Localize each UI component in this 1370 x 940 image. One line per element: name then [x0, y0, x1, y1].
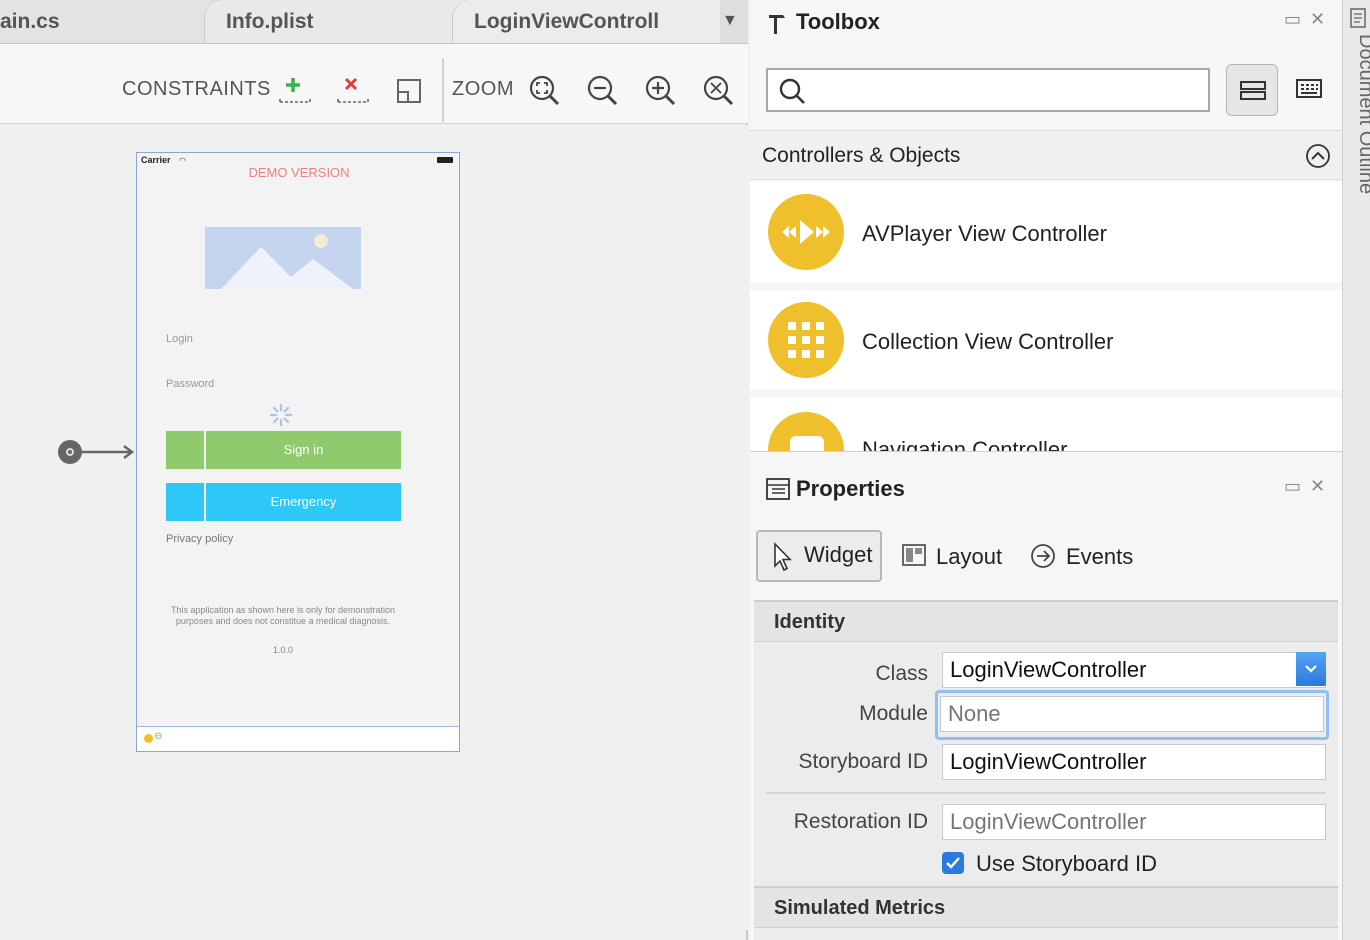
zoom-reset-icon[interactable] — [702, 74, 736, 108]
list-view-button[interactable] — [1226, 64, 1278, 116]
maximize-icon[interactable]: ▭ — [1284, 476, 1301, 497]
layout-icon[interactable] — [902, 544, 926, 566]
toolbox-title: Toolbox — [796, 9, 880, 34]
tab-widget-label: Widget — [804, 542, 873, 567]
toolbox-panel: Toolbox ▭ ✕ Controllers & Objects AVPlay… — [750, 0, 1342, 452]
activity-indicator-icon — [269, 403, 293, 427]
sign-in-button[interactable]: Sign in — [206, 431, 401, 469]
tab-info-plist-label[interactable]: Info.plist — [226, 0, 426, 43]
document-outline-icon — [1350, 8, 1366, 28]
class-label: Class — [875, 662, 928, 685]
login-field[interactable]: Login — [166, 333, 193, 345]
simulated-metrics-body — [754, 928, 1338, 940]
properties-title: Properties — [796, 476, 905, 501]
events-arrow-icon[interactable] — [1030, 543, 1056, 569]
document-outline-label[interactable]: Document Outline — [1354, 34, 1370, 194]
tab-main-cs-label[interactable]: ain.cs — [0, 0, 190, 43]
status-carrier: Carrier — [141, 155, 171, 165]
separator — [766, 792, 1326, 794]
properties-panel: Properties ▭ ✕ Widget Layout Events Iden… — [750, 452, 1342, 940]
navigation-icon — [768, 412, 844, 451]
view-controller-scene[interactable]: Carrier ◠ DEMO VERSION Login Password Si… — [136, 152, 460, 752]
toolbox-search-input[interactable] — [766, 68, 1210, 112]
simulated-metrics-header[interactable]: Simulated Metrics — [754, 886, 1338, 928]
maximize-icon[interactable]: ▭ — [1284, 9, 1301, 30]
storyboard-id-input[interactable]: LoginViewController — [942, 744, 1326, 780]
search-icon — [779, 78, 805, 104]
emergency-button[interactable]: Emergency — [206, 483, 401, 521]
wifi-icon: ◠ — [179, 156, 186, 165]
disclaimer-line-2: purposes and does not constitue a medica… — [175, 616, 391, 626]
designer-editor: ain.cs Info.plist LoginViewControll ▼ CO… — [0, 0, 748, 940]
privacy-policy-link[interactable]: Privacy policy — [166, 533, 233, 545]
scene-dock: ⊖ — [137, 726, 459, 751]
section-title: Controllers & Objects — [762, 144, 961, 167]
class-combobox[interactable]: LoginViewController — [942, 652, 1326, 688]
zoom-out-icon[interactable] — [586, 74, 620, 108]
tab-loginviewcontroller-label[interactable]: LoginViewControll — [474, 0, 678, 43]
password-field[interactable]: Password — [166, 378, 214, 390]
image-placeholder-icon — [205, 227, 361, 289]
toolbar-divider — [442, 58, 444, 122]
entry-point-icon[interactable] — [58, 440, 82, 464]
module-input[interactable] — [940, 696, 1324, 732]
class-value: LoginViewController — [950, 657, 1147, 682]
restoration-id-input[interactable] — [942, 804, 1326, 840]
section-controllers-objects[interactable]: Controllers & Objects — [750, 130, 1342, 180]
toolbox-item[interactable]: Navigation Controller — [750, 398, 1342, 452]
add-constraint-icon[interactable] — [278, 74, 312, 108]
item-label: Navigation Controller — [862, 437, 1068, 452]
zoom-in-icon[interactable] — [644, 74, 678, 108]
toolbox-item[interactable]: Collection View Controller — [750, 290, 1342, 390]
grid-view-icon[interactable] — [1296, 78, 1322, 100]
identity-header[interactable]: Identity — [754, 600, 1338, 642]
toolbox-item[interactable]: AVPlayer View Controller — [750, 182, 1342, 282]
module-label: Module — [859, 702, 928, 725]
close-icon[interactable]: ✕ — [1310, 476, 1325, 497]
cursor-icon — [774, 542, 792, 572]
use-storyboard-id-checkbox[interactable] — [942, 852, 964, 874]
collapse-icon[interactable] — [1305, 143, 1331, 169]
chevron-down-icon[interactable] — [1296, 652, 1326, 686]
sign-in-icon-area[interactable] — [166, 431, 204, 469]
scene-exit-icon[interactable]: ⊖ — [154, 731, 162, 742]
disclaimer-line-1: This application as shown here is only f… — [170, 605, 396, 615]
list-view-icon — [1240, 81, 1266, 100]
designer-toolbar — [0, 44, 748, 124]
close-icon[interactable]: ✕ — [1310, 9, 1325, 30]
checkmark-icon — [946, 857, 960, 869]
tab-events[interactable]: Events — [1066, 532, 1133, 582]
hammer-icon — [769, 15, 785, 34]
use-storyboard-id-label[interactable]: Use Storyboard ID — [976, 851, 1157, 877]
remove-constraint-icon[interactable] — [336, 74, 370, 108]
triangle-down-icon[interactable]: ▼ — [722, 12, 738, 30]
tab-layout[interactable]: Layout — [936, 532, 1002, 582]
document-outline-sidebar[interactable]: Document Outline — [1342, 0, 1370, 940]
entry-arrow-icon — [82, 445, 135, 459]
restoration-id-label: Restoration ID — [793, 810, 928, 833]
properties-icon — [766, 478, 790, 500]
demo-version-label: DEMO VERSION — [248, 165, 350, 180]
scene-controller-icon[interactable] — [144, 734, 153, 743]
constraints-label: CONSTRAINTS — [122, 78, 271, 100]
zoom-fit-icon[interactable] — [528, 74, 562, 108]
battery-icon — [437, 157, 453, 163]
document-tab-bar: ain.cs Info.plist LoginViewControll ▼ — [0, 0, 748, 44]
item-label: AVPlayer View Controller — [862, 221, 1107, 246]
grid-icon — [768, 302, 844, 378]
storyboard-id-label: Storyboard ID — [798, 750, 928, 773]
version-label: 1.0.0 — [272, 645, 294, 655]
zoom-label: ZOOM — [452, 78, 514, 100]
tab-widget[interactable]: Widget — [756, 530, 882, 582]
item-label: Collection View Controller — [862, 329, 1114, 354]
emergency-icon-area[interactable] — [166, 483, 204, 521]
avplayer-icon — [768, 194, 844, 270]
frame-icon[interactable] — [394, 74, 428, 108]
